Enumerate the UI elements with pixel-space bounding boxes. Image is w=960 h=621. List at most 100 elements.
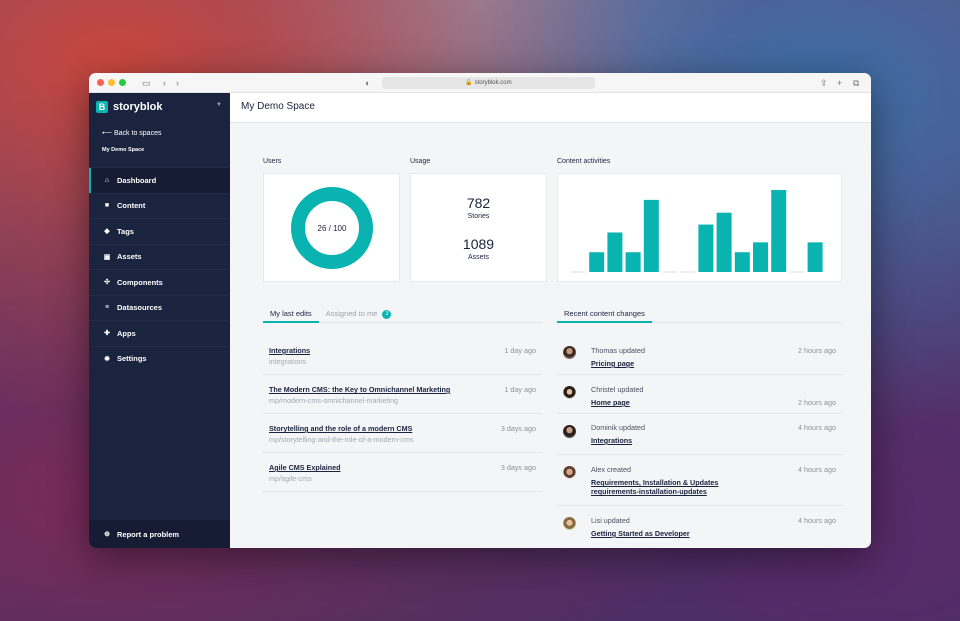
- avatar: [563, 386, 576, 399]
- sidebar-item-label: Content: [117, 201, 146, 211]
- edit-title[interactable]: Agile CMS Explained: [269, 463, 341, 472]
- edit-time: 1 day ago: [504, 346, 536, 355]
- space-name: My Demo Space: [102, 147, 145, 153]
- activities-card: [557, 173, 842, 282]
- sidebar-item-label: Dashboard: [117, 175, 157, 185]
- avatar: [563, 425, 576, 438]
- change-action: Christel updated: [591, 385, 644, 394]
- edit-title[interactable]: The Modern CMS: the Key to Omnichannel M…: [269, 385, 450, 394]
- sidebar-item-tags[interactable]: ◆ Tags: [89, 218, 230, 244]
- sidebar-item-apps[interactable]: ✚ Apps: [89, 320, 230, 346]
- edit-title[interactable]: Storytelling and the role of a modern CM…: [269, 424, 412, 433]
- back-to-spaces-link[interactable]: ⟵ Back to spaces: [89, 120, 230, 147]
- new-tab-icon[interactable]: +: [837, 76, 842, 90]
- main-content: My Demo Space Users Usage Content activi…: [230, 93, 871, 548]
- back-arrow-icon[interactable]: ‹: [163, 76, 166, 90]
- sidebar-item-label: Components: [117, 277, 163, 287]
- tab-label: My last edits: [270, 309, 312, 318]
- edit-slug: integrations: [269, 357, 307, 366]
- sidebar-item-assets[interactable]: ▣ Assets: [89, 243, 230, 270]
- tab-assigned-to-me[interactable]: Assigned to me 3: [319, 307, 399, 322]
- sidebar-item-components[interactable]: ✣ Components: [89, 269, 230, 295]
- change-link[interactable]: Pricing page: [591, 359, 634, 368]
- avatar: [563, 466, 576, 479]
- tab-my-last-edits[interactable]: My last edits: [263, 307, 319, 323]
- change-action: Dominik updated: [591, 423, 645, 432]
- privacy-shield-icon[interactable]: ◐: [365, 76, 370, 90]
- apps-icon: ✚: [104, 330, 110, 338]
- tab-recent-content-changes[interactable]: Recent content changes: [557, 307, 652, 323]
- edits-tabs: My last edits Assigned to me 3: [263, 307, 542, 323]
- sidebar: B storyblok ▼ ⟵ Back to spaces My Demo S…: [89, 93, 230, 548]
- report-label: Report a problem: [117, 529, 180, 539]
- chevron-down-icon[interactable]: ▼: [216, 102, 222, 108]
- change-link[interactable]: Requirements, Installation & Updates: [591, 478, 718, 487]
- close-window-button[interactable]: [97, 79, 104, 86]
- logo[interactable]: B storyblok ▼: [89, 93, 230, 120]
- list-item[interactable]: The Modern CMS: the Key to Omnichannel M…: [263, 375, 542, 414]
- change-link-slug[interactable]: requirements-installation-updates: [591, 487, 707, 496]
- lock-icon: 🔒: [465, 80, 473, 86]
- list-item[interactable]: Storytelling and the role of a modern CM…: [263, 414, 542, 453]
- assets-label: Assets: [467, 254, 489, 261]
- forward-arrow-icon[interactable]: ›: [176, 76, 179, 90]
- users-card: 26 / 100: [263, 173, 400, 282]
- usage-label: Usage: [410, 158, 431, 165]
- home-icon: ⌂: [104, 176, 110, 184]
- sidebar-item-content[interactable]: ■ Content: [89, 192, 230, 219]
- storyblok-logo-icon: B: [96, 100, 108, 113]
- edit-title[interactable]: Integrations: [269, 346, 310, 355]
- change-link[interactable]: Integrations: [591, 436, 632, 445]
- users-label: Users: [263, 158, 282, 165]
- database-icon: ≡: [104, 304, 110, 312]
- components-icon: ✣: [104, 279, 110, 287]
- share-icon[interactable]: ⇪: [820, 76, 828, 90]
- chart-bar: [716, 212, 732, 272]
- change-link[interactable]: Getting Started as Developer: [591, 529, 690, 538]
- change-time: 2 hours ago: [798, 398, 836, 407]
- logo-text: storyblok: [113, 100, 163, 113]
- activities-chart: [571, 190, 823, 273]
- sidebar-item-label: Datasources: [117, 303, 163, 313]
- avatar: [563, 346, 576, 359]
- sidebar-item-dashboard[interactable]: ⌂ Dashboard: [89, 167, 230, 193]
- change-time: 4 hours ago: [798, 516, 836, 525]
- arrow-left-icon: ⟵: [102, 130, 113, 137]
- edit-time: 3 days ago: [500, 463, 536, 472]
- change-action: Thomas updated: [591, 346, 645, 355]
- tab-label: Recent content changes: [564, 309, 645, 318]
- edit-slug: mp/storytelling-and-the-role-of-a-modern…: [269, 435, 414, 444]
- list-item[interactable]: Agile CMS Explained mp/agile-cms 3 days …: [263, 453, 542, 492]
- edit-slug: mp/modern-cms-omnichannel-marketing: [269, 396, 399, 405]
- chart-bar: [625, 252, 641, 272]
- usage-card: 782 Stories 1089 Assets: [410, 173, 547, 282]
- chart-bar: [607, 232, 623, 272]
- sidebar-item-label: Apps: [117, 328, 136, 338]
- sidebar-item-settings[interactable]: ✹ Settings: [89, 345, 230, 372]
- tab-overview-icon[interactable]: ⧉: [853, 76, 859, 90]
- list-item: Lisi updated Getting Started as Develope…: [557, 506, 842, 548]
- folder-icon: ■: [104, 202, 110, 210]
- sidebar-toggle-icon[interactable]: ▭: [142, 76, 151, 90]
- list-item: Alex created Requirements, Installation …: [557, 455, 842, 506]
- tag-icon: ◆: [104, 228, 110, 236]
- changes-tabs: Recent content changes: [557, 307, 842, 323]
- activities-label: Content activities: [557, 158, 611, 165]
- edit-slug: mp/agile-cms: [269, 474, 312, 483]
- maximize-window-button[interactable]: [119, 79, 126, 86]
- report-problem-button[interactable]: ⊕ Report a problem: [89, 520, 230, 548]
- users-donut: 26 / 100: [291, 187, 373, 269]
- help-circle-icon: ⊕: [104, 531, 110, 538]
- edit-time: 1 day ago: [504, 385, 536, 394]
- assets-count: 1089: [462, 236, 495, 252]
- avatar: [563, 517, 576, 530]
- sidebar-item-datasources[interactable]: ≡ Datasources: [89, 294, 230, 321]
- sidebar-item-label: Settings: [117, 354, 147, 364]
- users-count: 26 / 100: [318, 224, 347, 233]
- image-icon: ▣: [103, 253, 111, 261]
- minimize-window-button[interactable]: [108, 79, 115, 86]
- address-bar[interactable]: 🔒 storyblok.com: [382, 77, 595, 89]
- change-link[interactable]: Home page: [591, 398, 630, 407]
- list-item[interactable]: Integrations integrations 1 day ago: [263, 336, 542, 375]
- stories-label: Stories: [467, 213, 490, 220]
